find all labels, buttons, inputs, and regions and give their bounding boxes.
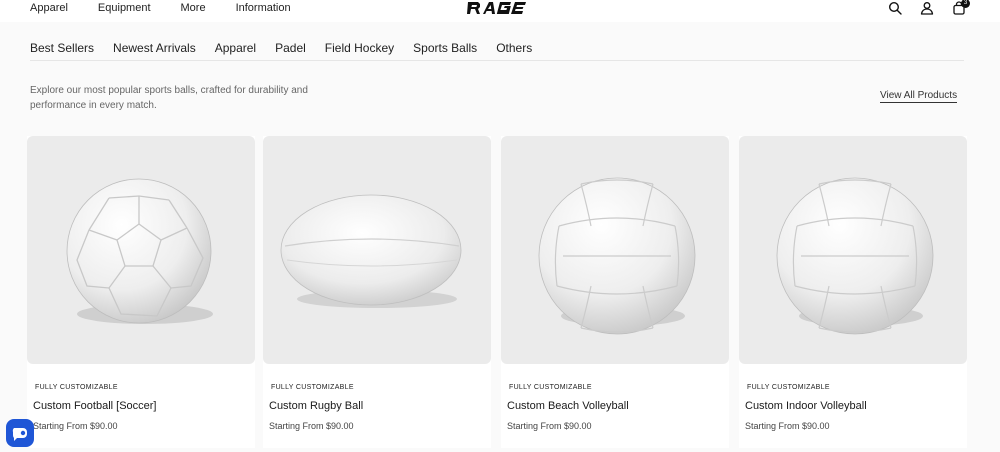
chat-widget-button[interactable] xyxy=(6,419,34,447)
product-price: Starting From $90.00 xyxy=(269,421,354,431)
product-name: Custom Indoor Volleyball xyxy=(745,400,867,412)
top-nav-apparel[interactable]: Apparel xyxy=(30,2,68,14)
tab-others[interactable]: Others xyxy=(496,41,532,61)
tab-padel[interactable]: Padel xyxy=(275,41,306,61)
rage-logo[interactable] xyxy=(466,1,526,15)
tab-sports-balls[interactable]: Sports Balls xyxy=(413,41,478,61)
view-all-products-link[interactable]: View All Products xyxy=(880,90,958,103)
header-icons: 3 xyxy=(888,0,970,15)
product-name: Custom Beach Volleyball xyxy=(507,400,629,412)
product-price: Starting From $90.00 xyxy=(745,421,830,431)
product-tag: FULLY CUSTOMIZABLE xyxy=(35,384,118,391)
product-tag: FULLY CUSTOMIZABLE xyxy=(747,384,830,391)
bag-icon[interactable]: 3 xyxy=(952,0,970,15)
top-nav: Apparel Equipment More Information xyxy=(30,2,321,14)
category-tabs: Best Sellers Newest Arrivals Apparel Pad… xyxy=(30,41,551,61)
tab-field-hockey[interactable]: Field Hockey xyxy=(325,41,394,61)
product-name: Custom Football [Soccer] xyxy=(33,400,157,412)
top-nav-more[interactable]: More xyxy=(181,2,206,14)
product-card-indoor-volleyball[interactable]: FULLY CUSTOMIZABLE Custom Indoor Volleyb… xyxy=(739,136,967,448)
product-image-indoor-volleyball xyxy=(739,136,967,364)
product-image-beach-volleyball xyxy=(501,136,729,364)
product-price: Starting From $90.00 xyxy=(507,421,592,431)
cart-count-badge: 3 xyxy=(961,0,970,8)
tab-apparel[interactable]: Apparel xyxy=(215,41,256,61)
top-nav-equipment[interactable]: Equipment xyxy=(98,2,151,14)
top-bar: Apparel Equipment More Information 3 xyxy=(0,0,1000,18)
product-card-beach-volleyball[interactable]: FULLY CUSTOMIZABLE Custom Beach Volleyba… xyxy=(501,136,729,448)
top-nav-information[interactable]: Information xyxy=(236,2,291,14)
chat-icon xyxy=(12,428,27,441)
product-image-football xyxy=(27,136,255,364)
section-intro: Explore our most popular sports balls, c… xyxy=(30,85,308,111)
product-name: Custom Rugby Ball xyxy=(269,400,364,412)
product-image-rugby xyxy=(263,136,491,364)
product-price: Starting From $90.00 xyxy=(33,421,118,431)
product-card-rugby[interactable]: FULLY CUSTOMIZABLE Custom Rugby Ball Sta… xyxy=(263,136,491,448)
search-icon[interactable] xyxy=(888,1,902,15)
user-icon[interactable] xyxy=(920,1,934,15)
product-tag: FULLY CUSTOMIZABLE xyxy=(509,384,592,391)
products-section: Best Sellers Newest Arrivals Apparel Pad… xyxy=(0,22,1000,452)
tab-best-sellers[interactable]: Best Sellers xyxy=(30,41,94,61)
product-tag: FULLY CUSTOMIZABLE xyxy=(271,384,354,391)
product-card-football[interactable]: FULLY CUSTOMIZABLE Custom Football [Socc… xyxy=(27,136,255,448)
tab-newest-arrivals[interactable]: Newest Arrivals xyxy=(113,41,196,61)
tabs-divider xyxy=(30,60,964,61)
